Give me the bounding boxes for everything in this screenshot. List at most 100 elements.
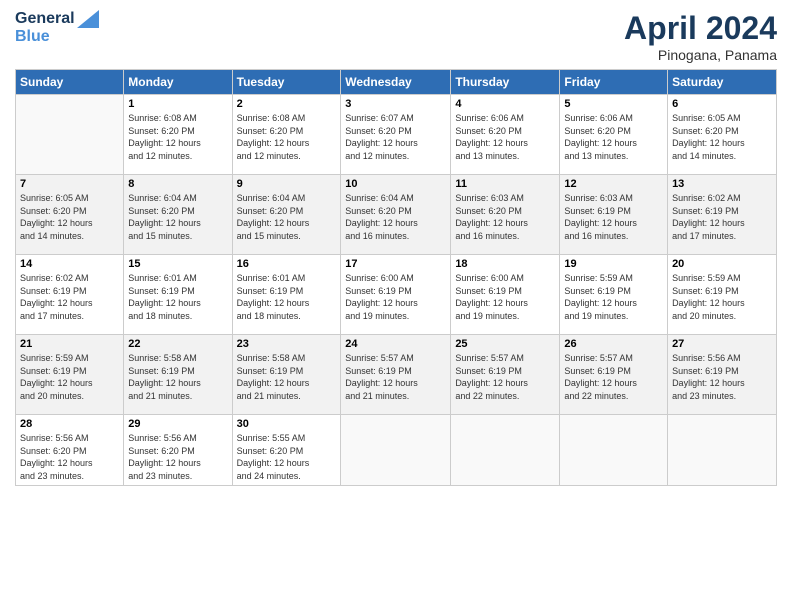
day-info: Sunrise: 6:03 AM Sunset: 6:19 PM Dayligh… xyxy=(564,192,663,242)
day-number: 3 xyxy=(345,98,446,110)
day-number: 14 xyxy=(20,258,119,270)
day-info: Sunrise: 5:56 AM Sunset: 6:19 PM Dayligh… xyxy=(672,352,772,402)
day-info: Sunrise: 6:02 AM Sunset: 6:19 PM Dayligh… xyxy=(20,272,119,322)
calendar-cell: 30 Sunrise: 5:55 AM Sunset: 6:20 PM Dayli… xyxy=(232,415,341,486)
day-info: Sunrise: 6:06 AM Sunset: 6:20 PM Dayligh… xyxy=(564,112,663,162)
day-number: 26 xyxy=(564,338,663,350)
header-row: Sunday Monday Tuesday Wednesday Thursday… xyxy=(16,70,777,95)
title-block: April 2024 Pinogana, Panama xyxy=(624,10,777,63)
calendar-cell: 25Sunrise: 5:57 AM Sunset: 6:19 PM Dayli… xyxy=(451,335,560,415)
calendar-cell: 13 Sunrise: 6:02 AM Sunset: 6:19 PM Dayli… xyxy=(668,175,777,255)
day-info: Sunrise: 6:02 AM Sunset: 6:19 PM Dayligh… xyxy=(672,192,772,242)
day-number: 1 xyxy=(128,98,227,110)
day-info: Sunrise: 5:56 AM Sunset: 6:20 PM Dayligh… xyxy=(20,432,119,482)
col-sunday: Sunday xyxy=(16,70,124,95)
calendar-cell: 6Sunrise: 6:05 AM Sunset: 6:20 PM Daylig… xyxy=(668,95,777,175)
header: General Blue April 2024 Pinogana, Panama xyxy=(15,10,777,63)
col-wednesday: Wednesday xyxy=(341,70,451,95)
calendar-cell: 10 Sunrise: 6:04 AM Sunset: 6:20 PM Dayli… xyxy=(341,175,451,255)
calendar-cell: 4 Sunrise: 6:06 AM Sunset: 6:20 PM Daylig… xyxy=(451,95,560,175)
calendar-table: Sunday Monday Tuesday Wednesday Thursday… xyxy=(15,69,777,486)
calendar-cell: 2Sunrise: 6:08 AM Sunset: 6:20 PM Daylig… xyxy=(232,95,341,175)
logo-text: General xyxy=(15,10,99,28)
calendar-cell: 17Sunrise: 6:00 AM Sunset: 6:19 PM Dayli… xyxy=(341,255,451,335)
day-number: 24 xyxy=(345,338,446,350)
location-subtitle: Pinogana, Panama xyxy=(624,47,777,63)
day-number: 22 xyxy=(128,338,227,350)
day-number: 7 xyxy=(20,178,119,190)
calendar-cell: 21 Sunrise: 5:59 AM Sunset: 6:19 PM Dayli… xyxy=(16,335,124,415)
calendar-week-row: 28 Sunrise: 5:56 AM Sunset: 6:20 PM Dayli… xyxy=(16,415,777,486)
day-number: 15 xyxy=(128,258,227,270)
day-number: 10 xyxy=(345,178,446,190)
calendar-cell xyxy=(560,415,668,486)
logo-blue: Blue xyxy=(15,28,99,46)
calendar-cell xyxy=(16,95,124,175)
calendar-cell: 28 Sunrise: 5:56 AM Sunset: 6:20 PM Dayli… xyxy=(16,415,124,486)
day-info: Sunrise: 6:07 AM Sunset: 6:20 PM Dayligh… xyxy=(345,112,446,162)
day-number: 5 xyxy=(564,98,663,110)
day-number: 29 xyxy=(128,418,227,430)
calendar-cell: 1 Sunrise: 6:08 AM Sunset: 6:20 PM Daylig… xyxy=(124,95,232,175)
day-number: 11 xyxy=(455,178,555,190)
day-info: Sunrise: 6:05 AM Sunset: 6:20 PM Dayligh… xyxy=(20,192,119,242)
logo: General Blue xyxy=(15,10,99,46)
calendar-week-row: 21 Sunrise: 5:59 AM Sunset: 6:19 PM Dayli… xyxy=(16,335,777,415)
page: General Blue April 2024 Pinogana, Panama… xyxy=(0,0,792,612)
day-number: 9 xyxy=(237,178,337,190)
calendar-cell: 24Sunrise: 5:57 AM Sunset: 6:19 PM Dayli… xyxy=(341,335,451,415)
day-info: Sunrise: 5:59 AM Sunset: 6:19 PM Dayligh… xyxy=(672,272,772,322)
day-number: 21 xyxy=(20,338,119,350)
calendar-cell: 8 Sunrise: 6:04 AM Sunset: 6:20 PM Daylig… xyxy=(124,175,232,255)
calendar-week-row: 14 Sunrise: 6:02 AM Sunset: 6:19 PM Dayli… xyxy=(16,255,777,335)
day-number: 23 xyxy=(237,338,337,350)
calendar-cell: 7 Sunrise: 6:05 AM Sunset: 6:20 PM Daylig… xyxy=(16,175,124,255)
calendar-cell: 23 Sunrise: 5:58 AM Sunset: 6:19 PM Dayli… xyxy=(232,335,341,415)
calendar-cell: 29 Sunrise: 5:56 AM Sunset: 6:20 PM Dayli… xyxy=(124,415,232,486)
day-number: 17 xyxy=(345,258,446,270)
day-number: 2 xyxy=(237,98,337,110)
calendar-cell: 20Sunrise: 5:59 AM Sunset: 6:19 PM Dayli… xyxy=(668,255,777,335)
day-info: Sunrise: 6:04 AM Sunset: 6:20 PM Dayligh… xyxy=(345,192,446,242)
day-number: 6 xyxy=(672,98,772,110)
day-info: Sunrise: 5:58 AM Sunset: 6:19 PM Dayligh… xyxy=(128,352,227,402)
day-info: Sunrise: 5:55 AM Sunset: 6:20 PM Dayligh… xyxy=(237,432,337,482)
day-info: Sunrise: 5:59 AM Sunset: 6:19 PM Dayligh… xyxy=(20,352,119,402)
calendar-header: Sunday Monday Tuesday Wednesday Thursday… xyxy=(16,70,777,95)
day-info: Sunrise: 5:57 AM Sunset: 6:19 PM Dayligh… xyxy=(564,352,663,402)
day-info: Sunrise: 6:01 AM Sunset: 6:19 PM Dayligh… xyxy=(128,272,227,322)
day-info: Sunrise: 5:57 AM Sunset: 6:19 PM Dayligh… xyxy=(455,352,555,402)
day-number: 30 xyxy=(237,418,337,430)
day-number: 18 xyxy=(455,258,555,270)
day-info: Sunrise: 5:56 AM Sunset: 6:20 PM Dayligh… xyxy=(128,432,227,482)
col-friday: Friday xyxy=(560,70,668,95)
calendar-cell: 19 Sunrise: 5:59 AM Sunset: 6:19 PM Dayli… xyxy=(560,255,668,335)
calendar-cell: 14 Sunrise: 6:02 AM Sunset: 6:19 PM Dayli… xyxy=(16,255,124,335)
day-number: 4 xyxy=(455,98,555,110)
day-info: Sunrise: 6:06 AM Sunset: 6:20 PM Dayligh… xyxy=(455,112,555,162)
day-info: Sunrise: 5:59 AM Sunset: 6:19 PM Dayligh… xyxy=(564,272,663,322)
calendar-cell: 11 Sunrise: 6:03 AM Sunset: 6:20 PM Dayli… xyxy=(451,175,560,255)
calendar-cell: 5 Sunrise: 6:06 AM Sunset: 6:20 PM Daylig… xyxy=(560,95,668,175)
col-tuesday: Tuesday xyxy=(232,70,341,95)
day-info: Sunrise: 6:04 AM Sunset: 6:20 PM Dayligh… xyxy=(128,192,227,242)
day-number: 8 xyxy=(128,178,227,190)
month-title: April 2024 xyxy=(624,10,777,47)
col-saturday: Saturday xyxy=(668,70,777,95)
day-number: 13 xyxy=(672,178,772,190)
calendar-cell: 12Sunrise: 6:03 AM Sunset: 6:19 PM Dayli… xyxy=(560,175,668,255)
logo-icon xyxy=(77,10,99,28)
calendar-week-row: 1 Sunrise: 6:08 AM Sunset: 6:20 PM Daylig… xyxy=(16,95,777,175)
day-info: Sunrise: 6:01 AM Sunset: 6:19 PM Dayligh… xyxy=(237,272,337,322)
day-info: Sunrise: 6:03 AM Sunset: 6:20 PM Dayligh… xyxy=(455,192,555,242)
day-number: 19 xyxy=(564,258,663,270)
day-number: 28 xyxy=(20,418,119,430)
day-number: 27 xyxy=(672,338,772,350)
calendar-cell: 3 Sunrise: 6:07 AM Sunset: 6:20 PM Daylig… xyxy=(341,95,451,175)
calendar-cell: 27 Sunrise: 5:56 AM Sunset: 6:19 PM Dayli… xyxy=(668,335,777,415)
day-number: 16 xyxy=(237,258,337,270)
calendar-cell: 15 Sunrise: 6:01 AM Sunset: 6:19 PM Dayli… xyxy=(124,255,232,335)
day-info: Sunrise: 6:00 AM Sunset: 6:19 PM Dayligh… xyxy=(455,272,555,322)
day-info: Sunrise: 6:08 AM Sunset: 6:20 PM Dayligh… xyxy=(128,112,227,162)
day-info: Sunrise: 5:58 AM Sunset: 6:19 PM Dayligh… xyxy=(237,352,337,402)
